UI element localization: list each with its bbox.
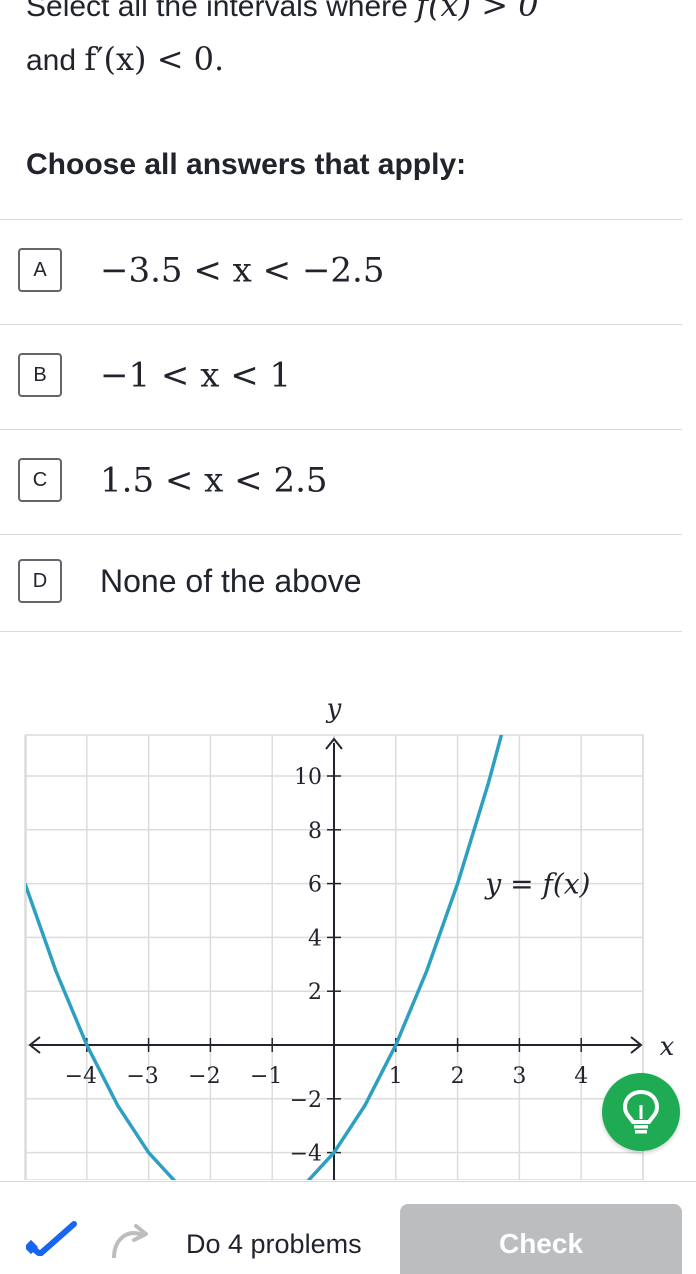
question-math-1: f(x) > 0	[416, 0, 539, 24]
question-math-2: f′(x) < 0.	[84, 40, 225, 78]
answer-choices: A −3.5 < x < −2.5 B −1 < x < 1 C 1.5 < x…	[0, 219, 682, 632]
choice-letter: C	[18, 458, 62, 502]
y-tick-label: −2	[290, 1088, 322, 1113]
x-tick-label: 2	[451, 1064, 465, 1089]
y-tick-label: 8	[308, 819, 322, 844]
choice-a[interactable]: A −3.5 < x < −2.5	[0, 219, 682, 324]
choice-letter: B	[18, 353, 62, 397]
y-axis-label: y	[326, 694, 342, 724]
choice-d[interactable]: D None of the above	[0, 534, 682, 632]
x-tick-label: −4	[65, 1064, 97, 1089]
progress-text: Do 4 problems	[186, 1229, 362, 1259]
choice-text: −1 < x < 1	[100, 355, 292, 396]
hint-button[interactable]	[602, 1073, 680, 1151]
x-tick-label: 3	[512, 1064, 526, 1089]
question-line-1: Select all the intervals where f(x) > 0	[26, 0, 539, 24]
choice-letter: A	[18, 248, 62, 292]
redo-icon	[112, 1224, 148, 1258]
question-prefix: Select all the intervals where	[26, 0, 417, 23]
question-line-2: and f′(x) < 0.	[26, 40, 224, 78]
y-tick-label: 6	[308, 873, 322, 898]
y-tick-label: 2	[308, 980, 322, 1005]
y-tick-label: −4	[290, 1142, 322, 1167]
curve	[26, 735, 504, 1180]
progress-check-icon	[26, 1221, 77, 1256]
choice-letter: D	[18, 559, 62, 603]
x-tick-label: −3	[126, 1064, 158, 1089]
choose-prompt: Choose all answers that apply:	[26, 148, 467, 181]
footer-bar: Do 4 problems Check	[0, 1181, 696, 1274]
x-tick-label: 4	[574, 1064, 588, 1089]
x-axis-label: x	[660, 1032, 675, 1062]
curve-f	[26, 735, 504, 1180]
function-graph: −4 −3 −2 −1 1 2 3 4 10 8 6 4 2 −2 −4 x y y = f(x)	[24, 694, 675, 1180]
choice-text: 1.5 < x < 2.5	[100, 460, 328, 501]
check-button[interactable]: Check	[400, 1204, 682, 1274]
x-tick-label: −2	[188, 1064, 220, 1089]
y-tick-label: 10	[294, 765, 322, 790]
x-tick-label: −1	[250, 1064, 282, 1089]
choice-text: None of the above	[100, 563, 362, 600]
question-and: and	[26, 44, 85, 77]
curve-label: y = f(x)	[483, 868, 590, 901]
choice-b[interactable]: B −1 < x < 1	[0, 324, 682, 429]
choice-c[interactable]: C 1.5 < x < 2.5	[0, 429, 682, 534]
choice-text: −3.5 < x < −2.5	[100, 250, 385, 291]
lightbulb-icon	[622, 1089, 660, 1134]
y-tick-label: 4	[308, 926, 322, 951]
x-tick-label: 1	[389, 1064, 403, 1089]
